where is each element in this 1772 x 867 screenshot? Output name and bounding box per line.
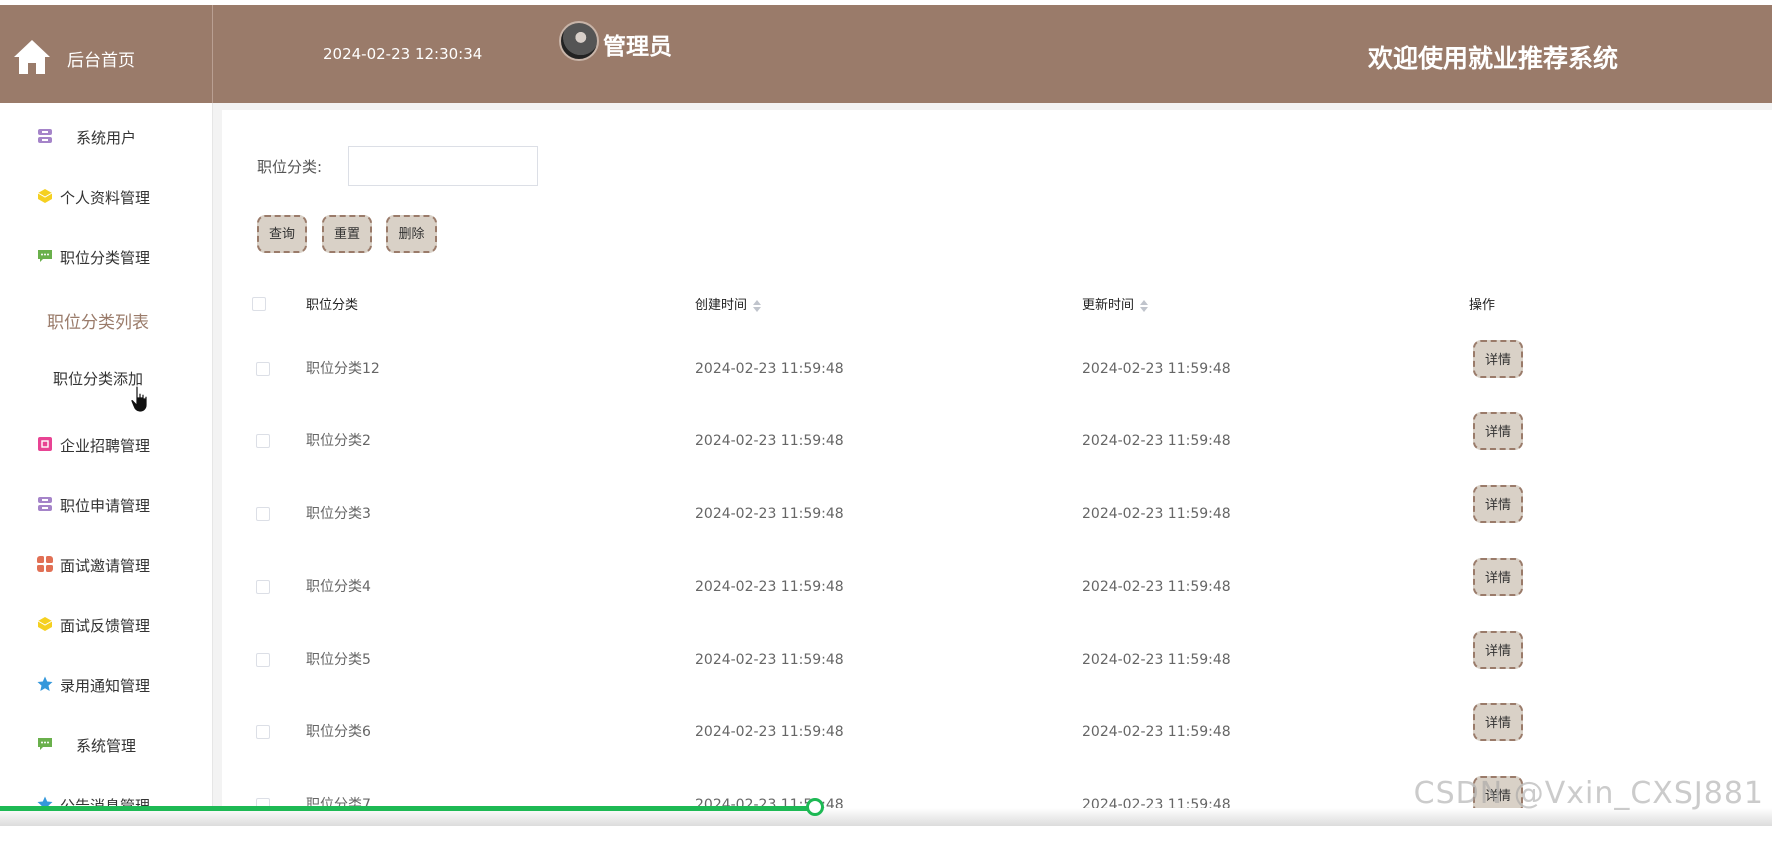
detail-button[interactable]: 详情 — [1473, 558, 1523, 596]
cell-category: 职位分类5 — [306, 652, 371, 668]
archive-icon — [38, 497, 52, 511]
cube-icon — [37, 189, 53, 203]
top-header: 后台首页 2024-02-23 12:30:34 管理员 欢迎使用就业推荐系统 — [0, 5, 1772, 103]
row-checkbox[interactable] — [256, 653, 270, 667]
sidebar-item-label: 系统用户 — [76, 129, 137, 147]
cell-created: 2024-02-23 11:59:48 — [695, 652, 844, 668]
video-progress-handle[interactable] — [806, 798, 824, 816]
sidebar: 系统用户 个人资料管理 职位分类管理 职位分类列表 职位分类添加 企业招聘管理 … — [0, 103, 213, 826]
delete-button[interactable]: 删除 — [386, 215, 437, 253]
table-row: 职位分类12 2024-02-23 11:59:48 2024-02-23 11… — [250, 340, 1550, 431]
sort-icon[interactable] — [753, 299, 762, 312]
column-header-label: 创建时间 — [695, 298, 748, 313]
star-icon — [37, 676, 53, 691]
video-progress-fill — [0, 806, 815, 811]
chat-icon — [38, 250, 52, 262]
column-header-actions: 操作 — [1469, 298, 1496, 313]
category-search-input[interactable] — [348, 146, 538, 186]
sidebar-subitem-category-list[interactable]: 职位分类列表 — [0, 308, 196, 333]
sidebar-item-label: 企业招聘管理 — [60, 437, 151, 455]
sidebar-item-label: 职位分类管理 — [60, 249, 151, 267]
select-all-checkbox[interactable] — [252, 297, 266, 311]
cell-created: 2024-02-23 11:59:48 — [695, 433, 844, 449]
detail-button[interactable]: 详情 — [1473, 485, 1523, 523]
cell-category: 职位分类4 — [306, 579, 371, 595]
sidebar-item-job-category[interactable]: 职位分类管理 — [0, 237, 212, 277]
cell-category: 职位分类12 — [306, 361, 380, 377]
table-row: 职位分类3 2024-02-23 11:59:48 2024-02-23 11:… — [250, 485, 1550, 576]
cell-created: 2024-02-23 11:59:48 — [695, 724, 844, 740]
row-checkbox[interactable] — [256, 725, 270, 739]
table-row: 职位分类4 2024-02-23 11:59:48 2024-02-23 11:… — [250, 558, 1550, 649]
cell-updated: 2024-02-23 11:59:48 — [1082, 361, 1231, 377]
home-link[interactable]: 后台首页 — [0, 5, 213, 103]
column-header-created[interactable]: 创建时间 — [695, 294, 762, 313]
detail-button[interactable]: 详情 — [1473, 703, 1523, 741]
sidebar-item-label: 系统管理 — [76, 737, 137, 755]
table-row: 职位分类2 2024-02-23 11:59:48 2024-02-23 11:… — [250, 412, 1550, 503]
cell-updated: 2024-02-23 11:59:48 — [1082, 652, 1231, 668]
sidebar-item-system-users[interactable]: 系统用户 — [0, 117, 212, 157]
home-title: 后台首页 — [67, 51, 135, 71]
briefcase-icon — [38, 437, 52, 451]
cell-updated: 2024-02-23 11:59:48 — [1082, 506, 1231, 522]
admin-name[interactable]: 管理员 — [603, 27, 672, 61]
cell-updated: 2024-02-23 11:59:48 — [1082, 433, 1231, 449]
cell-created: 2024-02-23 11:59:48 — [695, 361, 844, 377]
current-datetime: 2024-02-23 12:30:34 — [323, 45, 483, 63]
sidebar-item-label: 个人资料管理 — [60, 189, 151, 207]
table-row: 职位分类6 2024-02-23 11:59:48 2024-02-23 11:… — [250, 703, 1550, 794]
cell-created: 2024-02-23 11:59:48 — [695, 506, 844, 522]
grid-icon — [37, 556, 53, 572]
cube-icon — [37, 617, 53, 631]
avatar[interactable] — [559, 21, 599, 61]
sidebar-item-label: 面试反馈管理 — [60, 617, 151, 635]
sidebar-item-label: 职位申请管理 — [60, 497, 151, 515]
column-header-category: 职位分类 — [306, 298, 359, 313]
home-icon — [14, 40, 50, 74]
cell-created: 2024-02-23 11:59:48 — [695, 579, 844, 595]
reset-button[interactable]: 重置 — [322, 215, 372, 253]
detail-button[interactable]: 详情 — [1473, 412, 1523, 450]
sidebar-item-interview-feedback[interactable]: 面试反馈管理 — [0, 605, 212, 645]
row-checkbox[interactable] — [256, 507, 270, 521]
sidebar-item-application[interactable]: 职位申请管理 — [0, 485, 212, 525]
sidebar-item-label: 录用通知管理 — [60, 677, 151, 695]
cell-updated: 2024-02-23 11:59:48 — [1082, 579, 1231, 595]
sidebar-item-label: 面试邀请管理 — [60, 557, 151, 575]
cell-category: 职位分类2 — [306, 433, 371, 449]
sidebar-item-system-admin[interactable]: 系统管理 — [0, 725, 212, 765]
query-button[interactable]: 查询 — [257, 215, 307, 253]
sidebar-subitem-category-add[interactable]: 职位分类添加 — [0, 368, 196, 389]
row-checkbox[interactable] — [256, 580, 270, 594]
filter-label: 职位分类: — [257, 158, 323, 176]
watermark-text: CSDN @Vxin_CXSJ881 — [1413, 776, 1764, 811]
detail-button[interactable]: 详情 — [1473, 631, 1523, 669]
column-header-label: 更新时间 — [1082, 298, 1135, 313]
archive-icon — [38, 129, 52, 143]
column-header-updated[interactable]: 更新时间 — [1082, 294, 1149, 313]
chat-icon — [38, 738, 52, 750]
detail-button[interactable]: 详情 — [1473, 340, 1523, 378]
row-checkbox[interactable] — [256, 434, 270, 448]
sidebar-item-profile[interactable]: 个人资料管理 — [0, 177, 212, 217]
table-row: 职位分类5 2024-02-23 11:59:48 2024-02-23 11:… — [250, 631, 1550, 722]
sort-icon[interactable] — [1140, 299, 1149, 312]
cell-category: 职位分类3 — [306, 506, 371, 522]
cell-category: 职位分类6 — [306, 724, 371, 740]
hand-cursor-icon — [130, 385, 148, 413]
sidebar-item-interview-invite[interactable]: 面试邀请管理 — [0, 545, 212, 585]
sidebar-item-recruitment[interactable]: 企业招聘管理 — [0, 425, 212, 465]
row-checkbox[interactable] — [256, 362, 270, 376]
cell-updated: 2024-02-23 11:59:48 — [1082, 724, 1231, 740]
welcome-title: 欢迎使用就业推荐系统 — [1367, 44, 1618, 73]
sidebar-item-offer-notice[interactable]: 录用通知管理 — [0, 665, 212, 705]
